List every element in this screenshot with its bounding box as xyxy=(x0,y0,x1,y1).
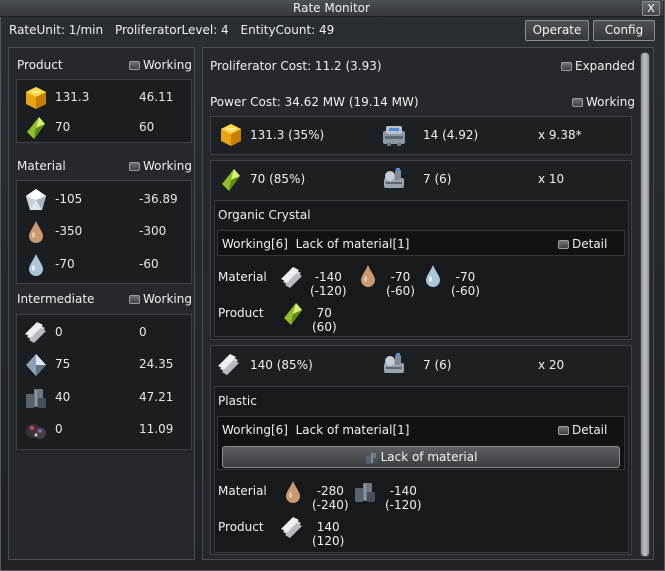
card-machine-count: 7 (6) xyxy=(423,358,452,372)
intermediate-list: 0 0 75 24.35 40 47.21 0 11.09 xyxy=(16,314,192,450)
card-product-rate: 140 (85%) xyxy=(250,358,313,372)
list-item: 0 0 xyxy=(17,319,193,347)
plastic-sheet-icon xyxy=(280,516,304,540)
product-section-label: Product xyxy=(17,58,63,72)
checkbox-icon xyxy=(572,97,583,107)
power-working-toggle[interactable]: Working xyxy=(572,95,635,109)
config-button[interactable]: Config xyxy=(593,20,655,41)
list-item: -105 -36.89 xyxy=(17,186,193,214)
recipe-name: Organic Crystal xyxy=(218,208,311,222)
material-working-toggle[interactable]: Working xyxy=(129,159,192,173)
list-item: 75 24.35 xyxy=(17,351,193,379)
oil-drop-icon xyxy=(281,480,305,504)
material-list: -105 -36.89 -350 -300 -70 -60 xyxy=(16,180,192,284)
assembler-icon xyxy=(381,122,407,148)
material-label: Material xyxy=(218,270,267,284)
card-multiplier: x 9.38* xyxy=(538,128,582,142)
card-machine-count: 7 (6) xyxy=(423,172,452,186)
entity-count: EntityCount: 49 xyxy=(240,23,335,37)
list-item: 70 60 xyxy=(17,114,193,142)
prism-icon xyxy=(24,353,48,377)
plastic-sheet-icon xyxy=(217,353,241,377)
product-rate: 140 (120) xyxy=(312,520,345,548)
chemical-plant-icon xyxy=(381,166,407,192)
white-diamond-icon xyxy=(24,188,48,212)
material-rate: -140 (-120) xyxy=(385,484,422,512)
status-text: Working[6] Lack of material[1] xyxy=(222,237,410,251)
scroll-thumb[interactable] xyxy=(641,53,649,556)
plastic-sheet-icon xyxy=(24,321,48,345)
gold-cube-icon xyxy=(24,86,48,110)
rate-unit: RateUnit: 1/min xyxy=(9,23,104,37)
intermediate-working-toggle[interactable]: Working xyxy=(129,292,192,306)
graphene-block-icon xyxy=(24,386,48,410)
checkbox-icon xyxy=(129,161,140,171)
status-text: Working[6] Lack of material[1] xyxy=(222,423,410,437)
product-label: Product xyxy=(218,306,264,320)
graphene-block-icon xyxy=(353,480,377,504)
product-working-toggle[interactable]: Working xyxy=(129,58,192,72)
card-machine-count: 14 (4.92) xyxy=(423,128,479,142)
product-label: Product xyxy=(218,520,264,534)
recipe-name: Plastic xyxy=(218,394,257,408)
list-item: -70 -60 xyxy=(17,251,193,279)
ore-cluster-icon xyxy=(24,418,48,442)
water-drop-icon xyxy=(421,264,445,288)
green-crystal-icon xyxy=(281,302,305,326)
material-label: Material xyxy=(218,484,267,498)
scrollbar[interactable] xyxy=(640,52,650,557)
checkbox-icon xyxy=(558,425,569,435)
water-drop-icon xyxy=(24,253,48,277)
info-bar: RateUnit: 1/min ProliferatorLevel: 4 Ent… xyxy=(9,23,342,37)
window-title: Rate Monitor xyxy=(293,1,370,15)
detail-toggle[interactable]: Detail xyxy=(558,237,607,251)
plastic-sheet-icon xyxy=(280,266,304,290)
list-item: -350 -300 xyxy=(17,218,193,246)
material-section-label: Material xyxy=(17,159,66,173)
product-rate: 70 (60) xyxy=(312,306,337,334)
oil-drop-icon xyxy=(24,220,48,244)
oil-drop-icon xyxy=(356,264,380,288)
graphene-block-icon xyxy=(365,451,379,465)
checkbox-icon xyxy=(129,60,140,70)
list-item: 40 47.21 xyxy=(17,384,193,412)
list-item: 131.3 46.11 xyxy=(17,84,193,112)
detail-toggle[interactable]: Detail xyxy=(558,423,607,437)
card-product-rate: 70 (85%) xyxy=(250,172,306,186)
close-button[interactable]: X xyxy=(642,1,660,16)
material-rate: -70 (-60) xyxy=(386,270,415,298)
material-rate: -280 (-240) xyxy=(312,484,349,512)
list-item: 0 11.09 xyxy=(17,416,193,444)
card-product-rate: 131.3 (35%) xyxy=(250,128,325,142)
checkbox-icon xyxy=(558,239,569,249)
proliferator-cost: Proliferator Cost: 11.2 (3.93) xyxy=(210,59,382,73)
green-crystal-icon xyxy=(219,168,243,192)
intermediate-section-label: Intermediate xyxy=(17,292,95,306)
card-multiplier: x 10 xyxy=(538,172,565,186)
material-rate: -70 (-60) xyxy=(451,270,480,298)
card-multiplier: x 20 xyxy=(538,358,565,372)
operate-button[interactable]: Operate xyxy=(525,20,589,41)
title-bar[interactable]: Rate Monitor X xyxy=(0,0,663,17)
proliferator-level: ProliferatorLevel: 4 xyxy=(114,23,229,37)
material-rate: -140 (-120) xyxy=(310,270,347,298)
checkbox-icon xyxy=(561,61,572,71)
power-cost: Power Cost: 34.62 MW (19.14 MW) xyxy=(210,95,419,109)
checkbox-icon xyxy=(129,294,140,304)
lack-of-material-button[interactable]: Lack of material xyxy=(222,446,620,468)
expanded-toggle[interactable]: Expanded xyxy=(561,59,635,73)
green-crystal-icon xyxy=(24,116,48,140)
chemical-plant-icon xyxy=(381,351,407,377)
gold-cube-icon xyxy=(219,123,243,147)
product-list: 131.3 46.11 70 60 xyxy=(16,79,192,143)
